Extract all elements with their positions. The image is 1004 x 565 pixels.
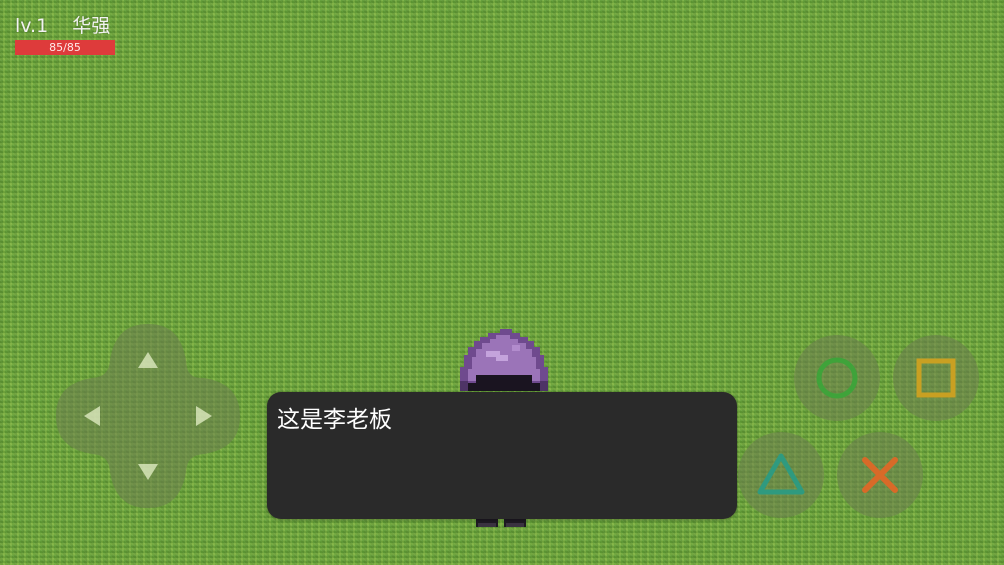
- player-level: lv.1: [15, 15, 49, 37]
- player-hud: lv.1 华强 85/85: [15, 14, 115, 55]
- square-button[interactable]: [893, 335, 979, 421]
- dialog-text: 这是李老板: [277, 407, 392, 433]
- dpad-left-button[interactable]: [74, 398, 110, 434]
- left-arrow-icon: [84, 406, 100, 426]
- hp-bar: 85/85: [15, 40, 115, 55]
- player-info: lv.1 华强: [15, 14, 115, 38]
- triangle-button[interactable]: [738, 432, 824, 518]
- cross-button[interactable]: [837, 432, 923, 518]
- circle-button[interactable]: [794, 335, 880, 421]
- down-arrow-icon: [138, 464, 158, 480]
- player-character-sprite: [456, 325, 552, 395]
- hp-text: 85/85: [49, 41, 81, 54]
- dpad[interactable]: [52, 320, 244, 512]
- circle-icon: [816, 357, 858, 399]
- player-name: 华强: [72, 15, 111, 37]
- right-arrow-icon: [196, 406, 212, 426]
- dpad-up-button[interactable]: [130, 342, 166, 378]
- dpad-down-button[interactable]: [130, 454, 166, 490]
- dpad-right-button[interactable]: [186, 398, 222, 434]
- square-icon: [916, 358, 956, 398]
- triangle-icon: [757, 453, 805, 495]
- up-arrow-icon: [138, 352, 158, 368]
- dialog-box[interactable]: 这是李老板: [267, 392, 737, 519]
- character-hair: [460, 329, 548, 391]
- cross-icon: [862, 457, 898, 493]
